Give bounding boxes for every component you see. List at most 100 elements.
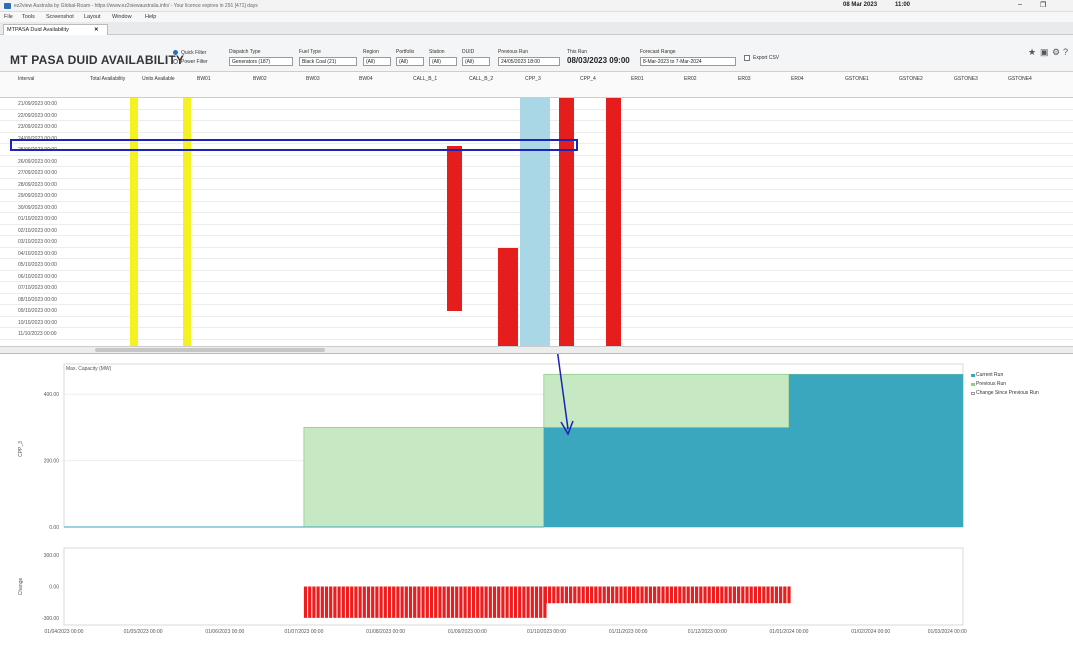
settings-icon[interactable]: ⚙ xyxy=(1052,47,1060,58)
change-bar xyxy=(408,586,413,618)
interval-cell: 26/09/2023 00:00 xyxy=(18,158,57,165)
change-tick-label: 300.00 xyxy=(44,553,60,559)
tab-mtpasa[interactable]: MTPASA Duid Availability ✕ xyxy=(3,24,108,35)
column-header[interactable]: ER01 xyxy=(631,76,681,82)
horizontal-scrollbar[interactable] xyxy=(0,346,1073,353)
column-header[interactable]: GSTONE2 xyxy=(899,76,949,82)
menu-layout[interactable]: Layout xyxy=(84,14,101,20)
column-header[interactable]: BW02 xyxy=(253,76,303,82)
change-bar xyxy=(463,586,467,618)
portfolio-select[interactable]: (All) xyxy=(396,57,424,66)
portfolio-label: Portfolio xyxy=(396,49,415,55)
capacity-chart: Max. Capacity (MW) 400.00 200.00 0.00 CPP_3 3… xyxy=(0,223,1073,646)
change-bar xyxy=(707,586,711,604)
interval-cell: 08/10/2023 00:00 xyxy=(18,296,57,303)
interval-cell: 05/10/2023 00:00 xyxy=(18,262,57,268)
change-bar xyxy=(636,586,640,604)
menu-file[interactable]: File xyxy=(4,14,13,20)
change-bar xyxy=(720,586,724,604)
power-filter-label: Power Filter xyxy=(181,59,208,65)
dispatch-type-select[interactable]: Generators (187) xyxy=(229,57,293,66)
column-header[interactable]: ER02 xyxy=(684,76,734,82)
help-icon[interactable]: ? xyxy=(1063,47,1068,57)
column-header[interactable]: BW01 xyxy=(197,76,247,82)
change-bar xyxy=(783,586,787,604)
menu-tools[interactable]: Tools xyxy=(22,14,35,20)
change-bar xyxy=(488,586,492,618)
column-header[interactable]: CPP_3 xyxy=(525,76,575,82)
duid-select[interactable]: (All) xyxy=(462,57,490,66)
forecast-range-select[interactable]: 8-Mar-2023 to 7-Mar-2024 xyxy=(640,57,736,66)
legend-change: Change Since Previous Run xyxy=(976,390,1039,396)
change-bar xyxy=(762,586,766,604)
change-bar xyxy=(585,586,590,604)
column-header[interactable]: BW03 xyxy=(306,76,356,82)
change-bar xyxy=(505,586,509,618)
quick-filter-radio[interactable] xyxy=(173,50,178,55)
x-tick-label: 01/03/2024 00:00 xyxy=(928,629,967,635)
column-header[interactable]: CPP_4 xyxy=(580,76,630,82)
star-icon[interactable]: ★ xyxy=(1028,47,1036,58)
column-header[interactable]: GSTONE4 xyxy=(1008,76,1058,82)
previous-run-select[interactable]: 24/05/2023 18:00 xyxy=(498,57,560,66)
interval-cell: 23/09/2023 00:00 xyxy=(18,124,57,130)
interval-cell: 28/09/2023 00:00 xyxy=(18,181,57,188)
change-bar xyxy=(695,586,699,604)
column-header[interactable]: Total Availability xyxy=(90,76,140,82)
grid-body: 21/09/2023 00:00 22/09/2023 00:00 23/09/20… xyxy=(0,98,1073,348)
current-run-area xyxy=(789,374,963,527)
column-header[interactable]: CALL_B_1 xyxy=(413,76,463,82)
power-filter-radio[interactable] xyxy=(173,59,178,64)
cell-highlight xyxy=(498,248,518,348)
column-header[interactable]: Interval xyxy=(18,76,68,82)
column-header[interactable]: GSTONE3 xyxy=(954,76,1004,82)
change-bar xyxy=(379,586,383,618)
column-header[interactable]: CALL_B_2 xyxy=(469,76,519,82)
restore-icon[interactable]: ❐ xyxy=(1040,1,1046,9)
change-bar xyxy=(530,586,534,618)
change-bar xyxy=(492,586,497,618)
change-bar xyxy=(534,586,539,618)
change-bar xyxy=(556,586,560,604)
change-bar xyxy=(749,586,753,604)
export-checkbox[interactable] xyxy=(744,55,750,61)
change-plot-area xyxy=(63,547,964,626)
change-bar xyxy=(573,586,577,604)
tab-bar: MTPASA Duid Availability ✕ xyxy=(0,22,1073,35)
layout-icon[interactable]: ▣ xyxy=(1040,47,1049,58)
column-header[interactable]: ER03 xyxy=(738,76,788,82)
change-bar xyxy=(552,586,556,604)
column-header[interactable]: Units Available xyxy=(142,76,192,82)
change-bar xyxy=(522,586,526,618)
change-bar xyxy=(362,586,366,618)
change-bar xyxy=(509,586,513,618)
change-bar xyxy=(354,586,358,618)
column-header[interactable]: GSTONE1 xyxy=(845,76,895,82)
menu-window[interactable]: Window xyxy=(112,14,132,20)
change-bar xyxy=(728,586,732,604)
menu-help[interactable]: Help xyxy=(145,14,156,20)
change-bar xyxy=(329,586,333,618)
chart-svg: Max. Capacity (MW) 400.00 200.00 0.00 CPP_3 3… xyxy=(18,223,967,635)
change-bar xyxy=(375,586,379,618)
change-bar xyxy=(303,586,308,618)
column-header[interactable]: ER04 xyxy=(791,76,841,82)
scrollbar-thumb[interactable] xyxy=(95,348,325,352)
change-bar xyxy=(623,586,627,604)
change-bar xyxy=(480,586,484,618)
highlighted-row-box xyxy=(10,139,578,151)
app-logo-icon xyxy=(4,3,11,9)
change-bar xyxy=(387,586,392,618)
minimize-icon[interactable]: – xyxy=(1018,1,1022,8)
change-bar xyxy=(320,586,324,618)
region-select[interactable]: (All) xyxy=(363,57,391,66)
toolbar: MT PASA DUID AVAILABILITY Quick Filter P… xyxy=(0,35,1073,72)
legend-change-swatch xyxy=(971,392,975,395)
station-select[interactable]: (All) xyxy=(429,57,457,66)
menu-screenshot[interactable]: Screenshot xyxy=(46,14,74,20)
fuel-type-select[interactable]: Black Coal (21) xyxy=(299,57,357,66)
change-bar xyxy=(312,586,316,618)
interval-cell: 29/09/2023 00:00 xyxy=(18,193,57,199)
column-header[interactable]: BW04 xyxy=(359,76,409,82)
close-tab-icon[interactable]: ✕ xyxy=(94,27,99,33)
